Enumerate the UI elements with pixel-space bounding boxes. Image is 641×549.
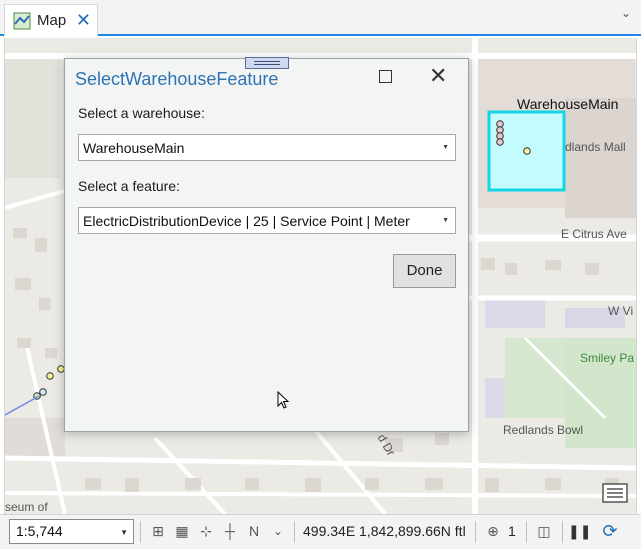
venue-map-label: Redlands Bowl [503,423,584,437]
tab-map[interactable]: Map ✕ [4,4,98,36]
map-tab-icon [13,12,31,29]
grid-icon[interactable]: ▦ [172,521,192,541]
select-warehouse-feature-dialog: SelectWarehouseFeature ✕ Select a wareho… [64,57,469,432]
add-feature-icon[interactable]: ⊞ [148,521,168,541]
street-map-label-2: W Vi [608,304,634,318]
fixed-extent-icon[interactable]: ◫ [534,521,554,541]
dropdown-arrow-icon: ▼ [120,528,128,537]
close-tab-icon[interactable]: ✕ [76,10,91,30]
divider [526,521,527,543]
scale-value: 1:5,744 [16,523,63,539]
chevron-down-icon[interactable]: ⌄ [621,6,631,20]
mall-map-label: dlands Mall [565,140,626,154]
constraint-icon[interactable]: ┼ [220,521,240,541]
warehouse-map-label: WarehouseMain [517,96,619,112]
maximize-icon[interactable] [379,70,392,83]
feature-label: Select a feature: [78,178,180,194]
divider [140,521,141,543]
warehouse-select[interactable]: WarehouseMain ▼ [78,134,456,161]
snapping-icon[interactable]: ⊹ [196,521,216,541]
done-button[interactable]: Done [393,254,456,288]
mouse-cursor-icon [277,391,290,409]
dropdown-arrow-icon: ▼ [442,217,449,224]
selected-features-icon[interactable]: ⊕ [483,521,503,541]
coordinate-readout: 499.34E 1,842,899.66N ftl [303,523,466,539]
close-icon[interactable]: ✕ [429,63,447,89]
divider [562,521,563,543]
pause-icon[interactable]: ❚❚ [568,521,591,541]
warehouse-label: Select a warehouse: [78,105,205,121]
map-tab-bar: Map ✕ ⌄ [0,0,641,36]
status-bar: 1:5,744 ▼ ⊞ ▦ ⊹ ┼ N ⌄ 499.34E 1,842,899.… [0,514,641,549]
drag-handle-icon[interactable] [245,57,289,69]
selected-count: 1 [508,523,516,539]
tab-title: Map [37,12,67,29]
street-map-label: E Citrus Ave [561,227,627,241]
divider [475,521,476,543]
north-arrow-icon[interactable]: N [244,521,264,541]
museum-map-label: seum of [5,500,48,514]
scale-select[interactable]: 1:5,744 ▼ [9,519,134,544]
feature-select-value: ElectricDistributionDevice | 25 | Servic… [83,213,410,229]
refresh-icon[interactable]: ⟳ [600,521,620,541]
legend-icon[interactable] [601,481,629,505]
warehouse-select-value: WarehouseMain [83,140,185,156]
dropdown-arrow-icon: ▼ [442,144,449,151]
chevron-down-icon[interactable]: ⌄ [268,521,288,541]
divider [294,521,295,543]
park-map-label: Smiley Pa [580,351,635,365]
feature-select[interactable]: ElectricDistributionDevice | 25 | Servic… [78,207,456,234]
dialog-title: SelectWarehouseFeature [75,69,279,89]
